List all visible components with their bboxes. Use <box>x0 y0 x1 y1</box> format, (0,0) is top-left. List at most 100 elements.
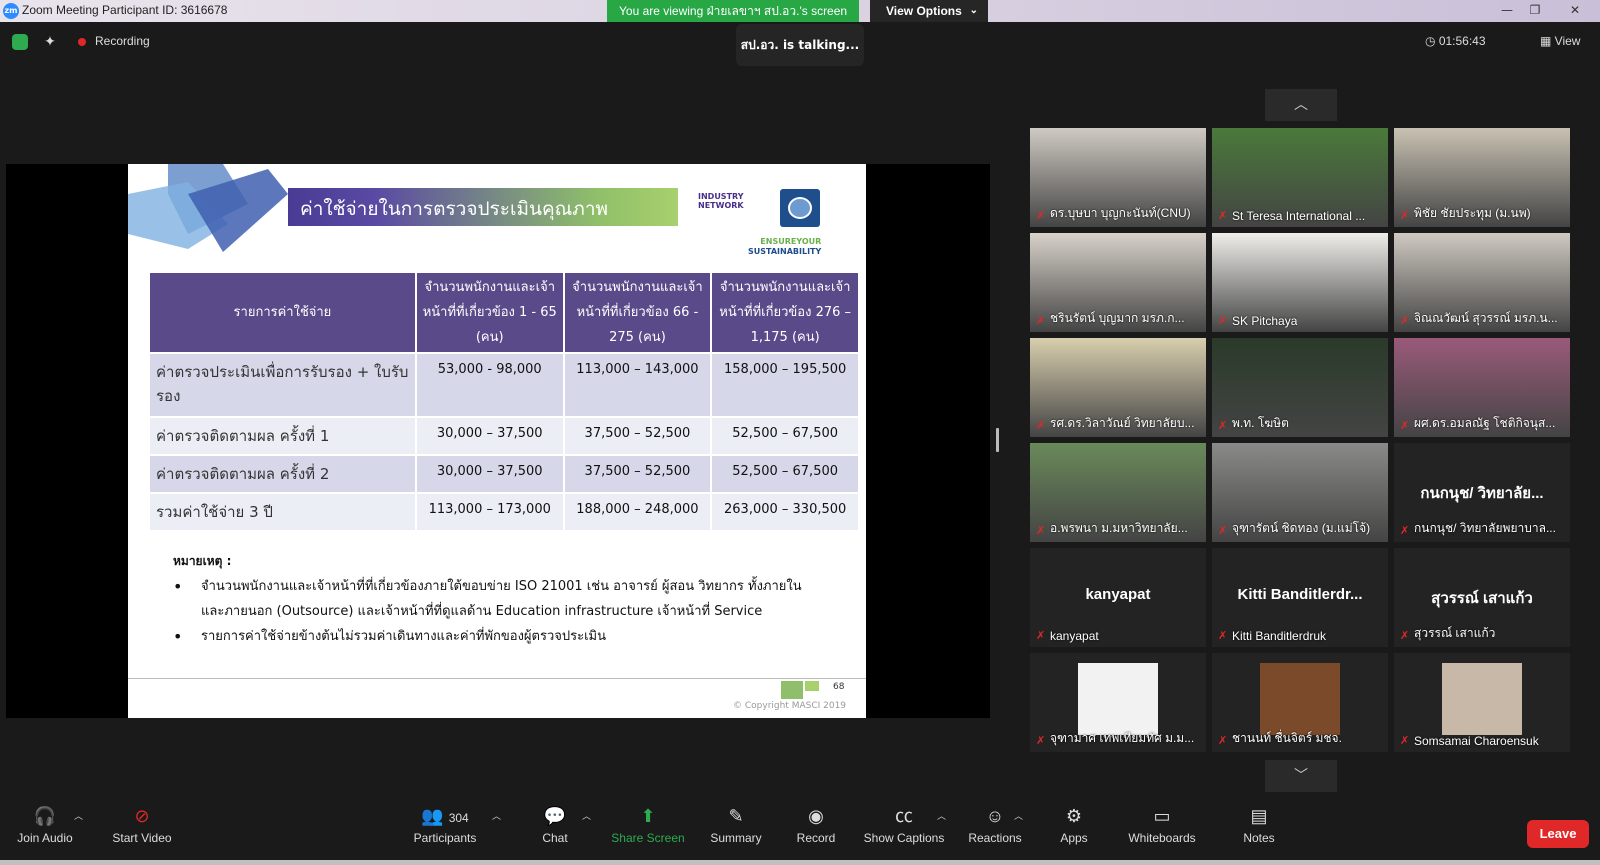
record-icon: ◉ <box>808 806 824 826</box>
participant-tile[interactable]: ✗ ชานนท์ ชื่นจิตร์ มชจ. <box>1212 653 1388 752</box>
apps-icon: ⚙ <box>1065 806 1083 826</box>
viewing-banner: You are viewing ฝ่ายเลขาฯ สป.อว.'s scree… <box>607 0 860 22</box>
show-captions-button[interactable]: ㏄ Show Captions <box>862 795 946 845</box>
join-audio-button[interactable]: 🎧 Join Audio <box>10 795 80 845</box>
table-cell: ค่าตรวจติดตามผล ครั้งที่ 1 <box>148 416 417 456</box>
mic-muted-icon: ✗ <box>1036 734 1046 747</box>
slide-page-number: 68 <box>833 682 845 692</box>
chat-label: Chat <box>542 831 568 845</box>
participant-tile[interactable]: สุวรรณ์ เสาแก้ว ✗ สุวรรณ์ เสาแก้ว <box>1394 548 1570 647</box>
maximize-button[interactable]: ❐ <box>1522 2 1548 18</box>
participant-name: ชรินรัตน์ บุญมาก มรภ.ก... <box>1050 311 1185 325</box>
whiteboards-button[interactable]: ▭ Whiteboards <box>1124 795 1200 845</box>
participant-tile[interactable]: ✗ SK Pitchaya <box>1212 233 1388 332</box>
gallery-down-button[interactable]: ﹀ <box>1265 760 1337 792</box>
table-cell: 188,000 – 248,000 <box>562 492 713 532</box>
slide-copyright: © Copyright MASCI 2019 <box>733 701 847 711</box>
view-options-button[interactable]: View Options ⌄ <box>870 0 988 22</box>
mic-muted-icon: ✗ <box>1036 419 1046 432</box>
chevron-down-icon: ⌄ <box>969 5 978 16</box>
participant-name: kanyapat <box>1050 629 1099 643</box>
participant-name: SK Pitchaya <box>1232 314 1298 328</box>
audio-options-caret[interactable]: ︿ <box>74 809 83 822</box>
participant-tile[interactable]: Kitti Banditlerdr... ✗ Kitti Banditlerdruk <box>1212 548 1388 647</box>
notes-icon: ▤ <box>1250 806 1268 826</box>
participant-tile[interactable]: kanyapat ✗ kanyapat <box>1030 548 1206 647</box>
participant-display-name: สุวรรณ์ เสาแก้ว <box>1431 590 1533 607</box>
participant-name: พิชัย ชัยประทุม (ม.นพ) <box>1414 206 1531 220</box>
mic-muted-icon: ✗ <box>1400 734 1410 747</box>
notes-button[interactable]: ▤ Notes <box>1236 795 1282 845</box>
participant-tile[interactable]: ✗ Somsamai Charoensuk <box>1394 653 1570 752</box>
participant-tile[interactable]: ✗ พ.ท. โฆษิต <box>1212 338 1388 437</box>
table-cell: ค่าตรวจประเมินเพื่อการรับรอง + ใบรับรอง <box>148 352 417 418</box>
participant-tile[interactable]: ✗ จุฑามาศ เทพเทียมทัศ ม.ม... <box>1030 653 1206 752</box>
talking-indicator: สป.อว. is talking... <box>736 24 864 66</box>
record-label: Record <box>796 831 836 845</box>
notes-item: จำนวนพนักงานและเจ้าหน้าที่ที่เกี่ยวข้องภ… <box>173 574 813 624</box>
table-row: ค่าตรวจติดตามผล ครั้งที่ 1 30,000 – 37,5… <box>148 416 860 456</box>
table-cell: 263,000 – 330,500 <box>710 492 860 532</box>
leave-button[interactable]: Leave <box>1527 820 1589 848</box>
split-resize-handle[interactable] <box>996 428 999 452</box>
footer-decoration <box>805 681 819 691</box>
start-video-button[interactable]: ⊘ Start Video <box>102 795 182 845</box>
table-row: รวมค่าใช้จ่าย 3 ปี 113,000 – 173,000 188… <box>148 492 860 532</box>
table-header-cell: จำนวนพนักงานและเจ้าหน้าที่ที่เกี่ยวข้อง … <box>562 271 713 354</box>
participants-options-caret[interactable]: ︿ <box>492 809 501 822</box>
participant-tile[interactable]: ✗ พิชัย ชัยประทุม (ม.นพ) <box>1394 128 1570 227</box>
table-cell: 37,500 – 52,500 <box>562 416 713 456</box>
meeting-timer: ◷ 01:56:43 <box>1425 34 1486 48</box>
mic-muted-icon: ✗ <box>1218 524 1228 537</box>
apps-button[interactable]: ⚙ Apps <box>1054 795 1094 845</box>
chat-icon: 💬 <box>543 806 567 826</box>
participant-name: ดร.บุษบา บุญกะนันท์(CNU) <box>1050 206 1191 220</box>
table-header-cell: รายการค่าใช้จ่าย <box>148 271 417 354</box>
captions-options-caret[interactable]: ︿ <box>937 809 946 822</box>
participant-tile[interactable]: ✗ ดร.บุษบา บุญกะนันท์(CNU) <box>1030 128 1206 227</box>
industry-network-logo: INDUSTRY NETWORK <box>698 192 744 210</box>
notes-label: Notes <box>1243 831 1275 845</box>
summary-button[interactable]: ✎ Summary <box>706 795 766 845</box>
record-button[interactable]: ◉ Record <box>790 795 842 845</box>
participant-tile[interactable]: ✗ อ.พรพนา ม.มหาวิทยาลัย... <box>1030 443 1206 542</box>
apps-label: Apps <box>1060 831 1088 845</box>
participant-tile[interactable]: ✗ รศ.ดร.วิลาวัณย์ วิทยาลัยบ... <box>1030 338 1206 437</box>
headphones-icon: 🎧 <box>33 806 57 826</box>
show-captions-label: Show Captions <box>863 831 945 845</box>
ensure-sustainability-tagline: ENSUREYOUR SUSTAINABILITY <box>748 237 821 257</box>
close-button[interactable]: ✕ <box>1562 2 1588 18</box>
participant-display-name: kanyapat <box>1085 586 1151 603</box>
chat-button[interactable]: 💬 Chat <box>528 795 582 845</box>
mic-muted-icon: ✗ <box>1218 734 1228 747</box>
recording-label[interactable]: Recording <box>95 34 150 48</box>
mic-muted-icon: ✗ <box>1218 209 1228 222</box>
chevron-up-icon: ︿ <box>1294 97 1308 113</box>
participant-tile[interactable]: กนกนุช/ วิทยาลัย... ✗ กนกนุช/ วิทยาลัยพยาบ… <box>1394 443 1570 542</box>
participant-name: รศ.ดร.วิลาวัณย์ วิทยาลัยบ... <box>1050 416 1195 430</box>
chat-options-caret[interactable]: ︿ <box>582 809 591 822</box>
participants-button[interactable]: 👥 304 Participants <box>405 795 485 845</box>
window-title: Zoom Meeting Participant ID: 3616678 <box>22 3 228 17</box>
view-button[interactable]: ▦ View <box>1540 34 1580 48</box>
shield-icon[interactable] <box>12 34 28 50</box>
participant-tile[interactable]: ✗ St Teresa International ... <box>1212 128 1388 227</box>
share-screen-button[interactable]: ⬆ Share Screen <box>608 795 688 845</box>
participant-tile[interactable]: ✗ ชรินรัตน์ บุญมาก มรภ.ก... <box>1030 233 1206 332</box>
participant-tile[interactable]: ✗ ผศ.ดร.อมลณัฐ โชติกิจนุส... <box>1394 338 1570 437</box>
minimize-button[interactable]: — <box>1494 2 1520 18</box>
sparkle-icon[interactable]: ✦ <box>42 34 58 50</box>
captions-icon: ㏄ <box>895 806 913 826</box>
participant-name: St Teresa International ... <box>1232 209 1366 223</box>
participant-tile[interactable]: ✗ จุฑารัตน์ ชิดทอง (ม.แม่โจ้) <box>1212 443 1388 542</box>
participant-avatar <box>1078 663 1158 735</box>
notes-item: รายการค่าใช้จ่ายข้างต้นไม่รวมค่าเดินทางแ… <box>173 624 813 649</box>
footer-decoration <box>781 681 803 699</box>
meeting-toolbar: 🎧 Join Audio ︿ ⊘ Start Video 👥 304 Particip… <box>0 795 1600 865</box>
participant-avatar <box>1442 663 1522 735</box>
table-row: ค่าตรวจประเมินเพื่อการรับรอง + ใบรับรอง … <box>148 352 860 418</box>
gallery-up-button[interactable]: ︿ <box>1265 89 1337 121</box>
reactions-options-caret[interactable]: ︿ <box>1014 809 1023 822</box>
mic-muted-icon: ✗ <box>1218 629 1228 642</box>
participant-tile[interactable]: ✗ จิณณวัฒน์ สุวรรณ์ มรภ.น... <box>1394 233 1570 332</box>
